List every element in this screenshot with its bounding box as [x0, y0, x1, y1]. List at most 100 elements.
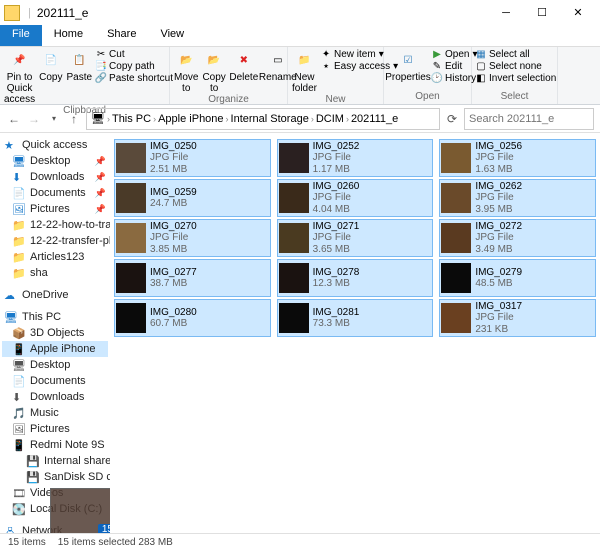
file-type: JPG File [313, 232, 360, 244]
select-all-button[interactable]: ▦Select all [476, 49, 556, 60]
file-item[interactable]: IMG_027948.5 MB [439, 259, 596, 297]
crumb[interactable]: Apple iPhone [158, 113, 223, 125]
copy-path-button[interactable]: 📑Copy path [96, 61, 173, 72]
sidebar-item[interactable]: 💾 Internal shared storage [2, 453, 108, 469]
history-button[interactable]: 🕑History [432, 73, 478, 84]
file-item[interactable]: IMG_028173.3 MB [277, 299, 434, 337]
copy-button[interactable]: 📄Copy [39, 49, 62, 83]
tab-view[interactable]: View [148, 25, 196, 46]
sidebar-item[interactable]: 📁Articles123 [2, 249, 108, 265]
navigation-pane[interactable]: ★Quick access 🖥Desktop📌⬇Downloads📌📄Docum… [0, 133, 110, 533]
open-button[interactable]: ▶Open▾ [432, 49, 478, 60]
sidebar-item[interactable]: ⬇Downloads [2, 389, 108, 405]
new-folder-button[interactable]: 📁New folder [292, 49, 317, 94]
sidebar-item[interactable]: 📁 sha [2, 265, 108, 281]
open-icon: ▶ [432, 50, 442, 60]
breadcrumb[interactable]: 🖥› This PC› Apple iPhone› Internal Stora… [86, 108, 440, 130]
status-selected: 15 items selected 283 MB [58, 537, 173, 548]
file-item[interactable]: IMG_0271JPG File3.65 MB [277, 219, 434, 257]
nav-quick-access[interactable]: ★Quick access [2, 137, 108, 153]
sidebar-item[interactable]: 📁12-22-transfer-photos- [2, 233, 108, 249]
edit-button[interactable]: ✎Edit [432, 61, 478, 72]
sidebar-item-label: Desktop [30, 359, 70, 371]
sidebar-item[interactable]: 📄Documents [2, 373, 108, 389]
thumbnail [116, 143, 146, 173]
file-item[interactable]: IMG_0317JPG File231 KB [439, 299, 596, 337]
file-size: 48.5 MB [475, 278, 522, 290]
properties-button[interactable]: ☑Properties [388, 49, 428, 83]
crumb[interactable]: This PC [112, 113, 151, 125]
move-to-button[interactable]: 📂Move to [174, 49, 198, 94]
nav-icon: 🖥 [12, 359, 26, 371]
forward-button[interactable]: → [26, 112, 42, 126]
file-list[interactable]: IMG_0250JPG File2.51 MBIMG_0252JPG File1… [110, 133, 600, 533]
file-item[interactable]: IMG_0262JPG File3.95 MB [439, 179, 596, 217]
sidebar-item[interactable]: 🖼Pictures📌 [2, 201, 108, 217]
file-type: JPG File [475, 192, 522, 204]
file-item[interactable]: IMG_0272JPG File3.49 MB [439, 219, 596, 257]
paste-button[interactable]: 📋Paste [66, 49, 92, 83]
delete-button[interactable]: ✖Delete [230, 49, 258, 83]
up-button[interactable]: ↑ [66, 112, 82, 126]
file-name: IMG_0250 [150, 141, 197, 153]
nav-icon: 💾 [26, 455, 40, 467]
nav-onedrive[interactable]: ☁OneDrive [2, 287, 108, 303]
sidebar-item-label: Documents [30, 187, 86, 199]
search-input[interactable] [464, 108, 594, 130]
nav-icon: ⬇ [12, 171, 26, 183]
copy-to-button[interactable]: 📂Copy to [202, 49, 225, 94]
file-item[interactable]: IMG_0256JPG File1.63 MB [439, 139, 596, 177]
file-name: IMG_0278 [313, 267, 360, 279]
pin-quick-access-button[interactable]: 📌Pin to Quick access [4, 49, 35, 105]
file-item[interactable]: IMG_0252JPG File1.17 MB [277, 139, 434, 177]
crumb[interactable]: DCIM [316, 113, 344, 125]
invert-selection-button[interactable]: ◧Invert selection [476, 73, 556, 84]
nav-icon: ⬇ [12, 391, 26, 403]
nav-icon: 📁 [12, 235, 26, 247]
thumbnail [116, 303, 146, 333]
select-none-button[interactable]: ▢Select none [476, 61, 556, 72]
file-item[interactable]: IMG_0270JPG File3.85 MB [114, 219, 271, 257]
sidebar-item[interactable]: 🎵Music [2, 405, 108, 421]
file-item[interactable]: IMG_0250JPG File2.51 MB [114, 139, 271, 177]
file-item[interactable]: IMG_027738.7 MB [114, 259, 271, 297]
close-button[interactable]: ✕ [560, 1, 596, 25]
sidebar-item[interactable]: 📱Apple iPhone [2, 341, 108, 357]
tab-share[interactable]: Share [95, 25, 148, 46]
newfolder-icon: 📁 [294, 49, 316, 71]
group-new-label: New [292, 94, 379, 105]
sidebar-item[interactable]: 🖼Pictures [2, 421, 108, 437]
sidebar-item-label: Desktop [30, 155, 70, 167]
crumb[interactable]: Internal Storage [231, 113, 309, 125]
refresh-button[interactable]: ⟳ [444, 112, 460, 126]
recent-button[interactable]: ▾ [46, 114, 62, 123]
file-size: 73.3 MB [313, 318, 360, 330]
tab-file[interactable]: File [0, 25, 42, 46]
maximize-button[interactable]: ☐ [524, 1, 560, 25]
file-item[interactable]: IMG_025924.7 MB [114, 179, 271, 217]
sidebar-item[interactable]: 🖥Desktop📌 [2, 153, 108, 169]
sidebar-item[interactable]: 🖥 Desktop [2, 357, 108, 373]
cut-button[interactable]: ✂Cut [96, 49, 173, 60]
file-type: JPG File [150, 232, 197, 244]
sidebar-item-label: sha [30, 267, 48, 279]
sidebar-item[interactable]: 📦3D Objects [2, 325, 108, 341]
nav-this-pc[interactable]: 🖥This PC [2, 309, 108, 325]
file-name: IMG_0252 [313, 141, 360, 153]
sidebar-item[interactable]: 📁12-22-how-to-transfer- [2, 217, 108, 233]
file-item[interactable]: IMG_028060.7 MB [114, 299, 271, 337]
back-button[interactable]: ← [6, 112, 22, 126]
thumbnail [279, 183, 309, 213]
file-item[interactable]: IMG_027812.3 MB [277, 259, 434, 297]
minimize-button[interactable]: ─ [488, 1, 524, 25]
sidebar-item[interactable]: 📄Documents📌 [2, 185, 108, 201]
paste-shortcut-button[interactable]: 🔗Paste shortcut [96, 73, 173, 84]
file-item[interactable]: IMG_0260JPG File4.04 MB [277, 179, 434, 217]
sidebar-item[interactable]: ⬇Downloads📌 [2, 169, 108, 185]
sidebar-item-label: Internal shared storage [44, 455, 110, 467]
tab-home[interactable]: Home [42, 25, 95, 46]
nav-icon: 📁 [12, 267, 26, 279]
sidebar-item[interactable]: 💾SanDisk SD card [2, 469, 108, 485]
sidebar-item[interactable]: 📱Redmi Note 9S [2, 437, 108, 453]
crumb[interactable]: 202111_e [351, 113, 398, 125]
